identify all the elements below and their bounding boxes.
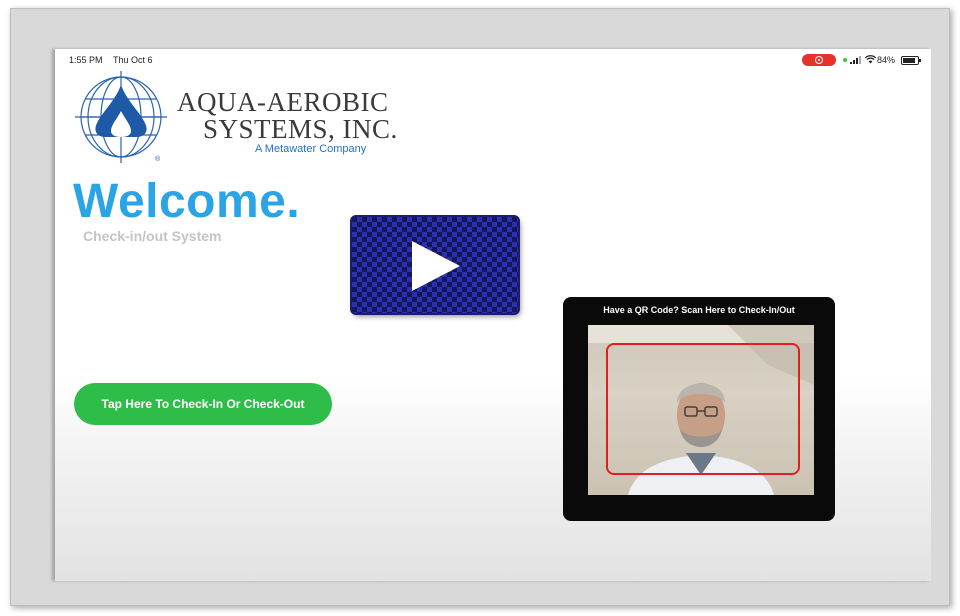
screen-recording-indicator[interactable]: [802, 54, 836, 66]
mic-active-dot: [843, 58, 847, 62]
camera-feed[interactable]: [588, 325, 814, 495]
company-logo-icon: ®: [75, 71, 167, 163]
company-name-line2: SYSTEMS, INC.: [203, 114, 398, 144]
record-icon: [815, 56, 823, 64]
qr-scanner-panel: Have a QR Code? Scan Here to Check-In/Ou…: [563, 297, 835, 521]
battery-fill: [903, 58, 915, 63]
check-in-out-button[interactable]: Tap Here To Check-In Or Check-Out: [74, 383, 332, 425]
wifi-icon: [864, 55, 877, 66]
status-bar: 1:55 PM Thu Oct 6 84%: [55, 49, 931, 71]
video-play-button[interactable]: [352, 217, 518, 313]
welcome-title: Welcome.: [73, 175, 301, 228]
battery-icon: [901, 56, 921, 65]
status-date: Thu Oct 6: [113, 55, 153, 65]
qr-scan-frame: [606, 343, 800, 475]
play-icon: [412, 241, 460, 291]
cellular-signal-icon: [850, 56, 862, 64]
welcome-subtitle: Check-in/out System: [83, 228, 222, 244]
scanner-title: Have a QR Code? Scan Here to Check-In/Ou…: [603, 305, 795, 315]
registered-mark: ®: [155, 155, 161, 163]
status-time: 1:55 PM: [69, 55, 103, 65]
tablet-screen: 1:55 PM Thu Oct 6 84% ® AQUA-AEROBIC SYS…: [55, 49, 931, 581]
battery-percent: 84%: [877, 55, 896, 65]
company-tagline: A Metawater Company: [255, 143, 367, 155]
